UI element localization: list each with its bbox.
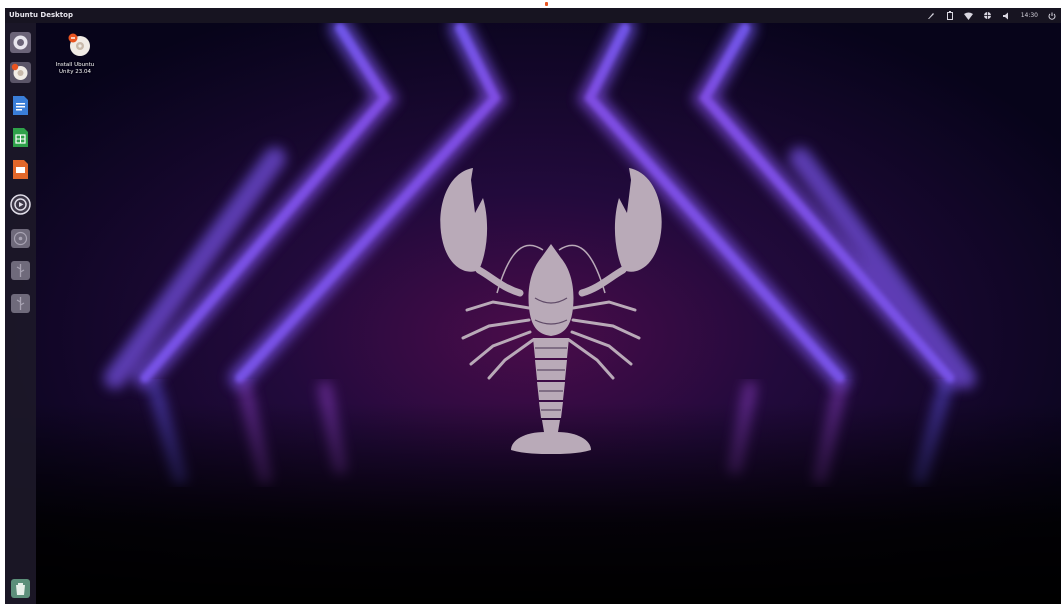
launcher-item-trash[interactable] [10, 578, 31, 599]
launcher-item-dash-home[interactable] [10, 32, 31, 53]
launcher-item-install-ubuntu[interactable] [10, 62, 31, 83]
usb-drive-icon [11, 261, 30, 280]
ubuntu-dash-icon [10, 32, 31, 53]
launcher-item-libreoffice-impress[interactable] [10, 159, 31, 180]
desktop-icon-install-ubuntu[interactable]: Install Ubuntu Unity 23.04 [53, 32, 97, 76]
launcher-item-rhythmbox[interactable] [10, 194, 31, 215]
volume-icon[interactable] [1002, 8, 1012, 23]
desktop-icon-label-line1: Install Ubuntu [55, 62, 95, 68]
network-icon[interactable] [983, 8, 993, 23]
trash-icon [11, 579, 30, 598]
indicator-area: 14:30 [926, 8, 1057, 23]
launcher-item-usb-drive-2[interactable] [10, 293, 31, 314]
indicator-dot [545, 2, 548, 6]
music-player-icon [10, 194, 31, 215]
desktop-icon-label-line2: Unity 23.04 [59, 69, 91, 75]
power-icon[interactable] [1047, 8, 1057, 23]
launcher-item-libreoffice-calc[interactable] [10, 127, 31, 148]
battery-icon[interactable] [945, 8, 955, 23]
calc-icon [13, 128, 28, 147]
top-strip [0, 0, 1061, 8]
installer-icon [62, 32, 97, 62]
wifi-icon[interactable] [964, 8, 974, 23]
writer-icon [13, 96, 28, 115]
pen-icon[interactable] [926, 8, 936, 23]
launcher-item-usb-drive-1[interactable] [10, 260, 31, 281]
top-panel: Ubuntu Desktop 14:30 [5, 8, 1061, 23]
panel-title: Ubuntu Desktop [9, 11, 73, 19]
clock[interactable]: 14:30 [1021, 8, 1038, 23]
disc-icon [11, 229, 30, 248]
impress-icon [13, 160, 28, 179]
unity-launcher [5, 23, 36, 604]
launcher-item-optical-drive[interactable] [10, 228, 31, 249]
ubuntu-screen: Ubuntu Desktop 14:30 Install Ubuntu Unit… [5, 8, 1061, 604]
desktop-wallpaper [5, 8, 1061, 604]
installer-icon [10, 62, 31, 83]
usb-drive-icon [11, 294, 30, 313]
launcher-item-libreoffice-writer[interactable] [10, 95, 31, 116]
